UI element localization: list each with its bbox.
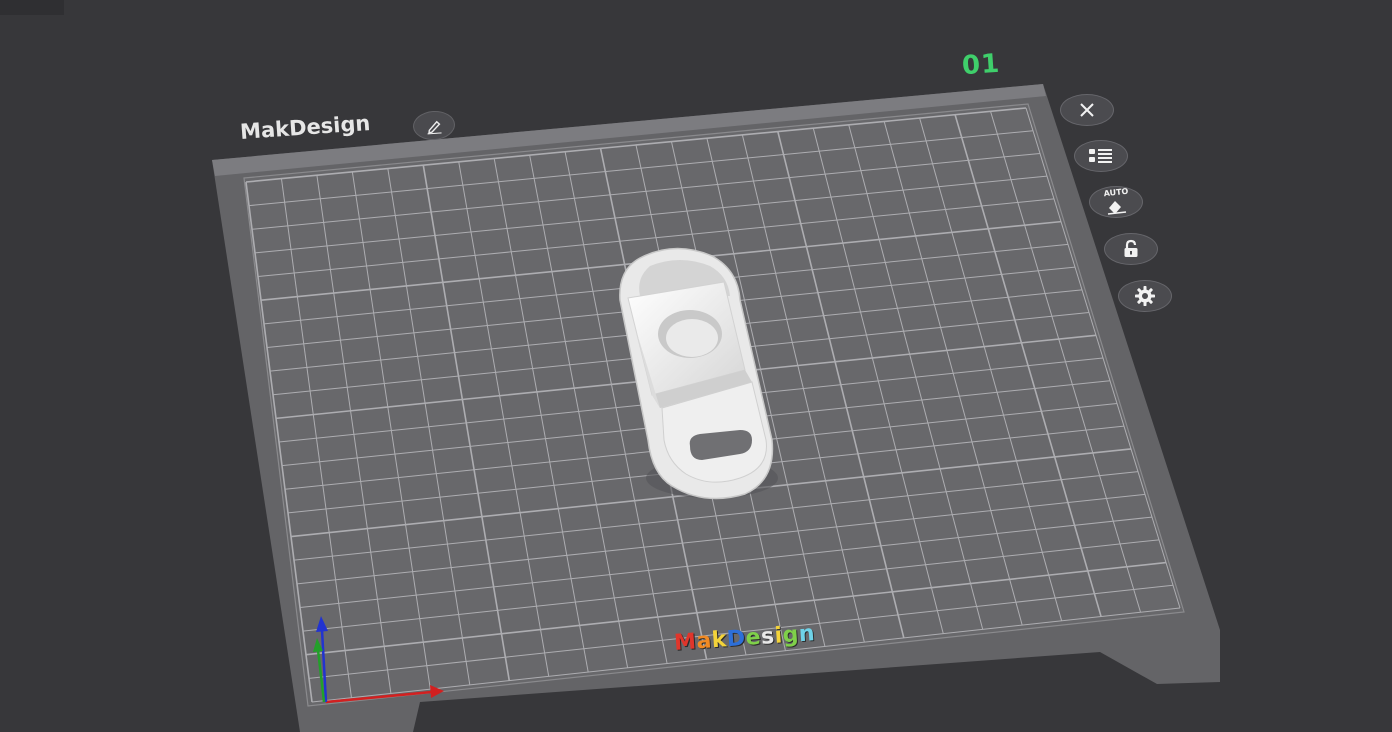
brand-letter: k — [710, 627, 728, 654]
auto-arrange-button[interactable]: AUTO — [1089, 186, 1143, 218]
plate-number: 01 — [961, 48, 1002, 82]
brand-letter: n — [797, 621, 816, 648]
brand-letter: M — [673, 629, 698, 656]
lock-icon — [1124, 239, 1138, 257]
close-plate-button[interactable] — [1060, 94, 1114, 126]
gear-icon — [1135, 286, 1155, 306]
auto-arrange-icon — [1107, 201, 1127, 215]
object-list-icon — [1089, 149, 1112, 163]
object-list-button[interactable] — [1074, 140, 1128, 172]
close-icon — [1080, 103, 1094, 117]
brand-letter: D — [726, 625, 747, 653]
brand-letter: e — [744, 624, 762, 651]
lock-plate-button[interactable] — [1104, 233, 1158, 265]
plate-settings-button[interactable] — [1118, 280, 1172, 312]
build-plate-viewport[interactable] — [0, 0, 1392, 732]
model-hole-inner — [666, 319, 718, 357]
brand-letter: g — [781, 622, 800, 649]
pencil-icon — [427, 120, 442, 135]
brand-letter: a — [695, 628, 713, 655]
